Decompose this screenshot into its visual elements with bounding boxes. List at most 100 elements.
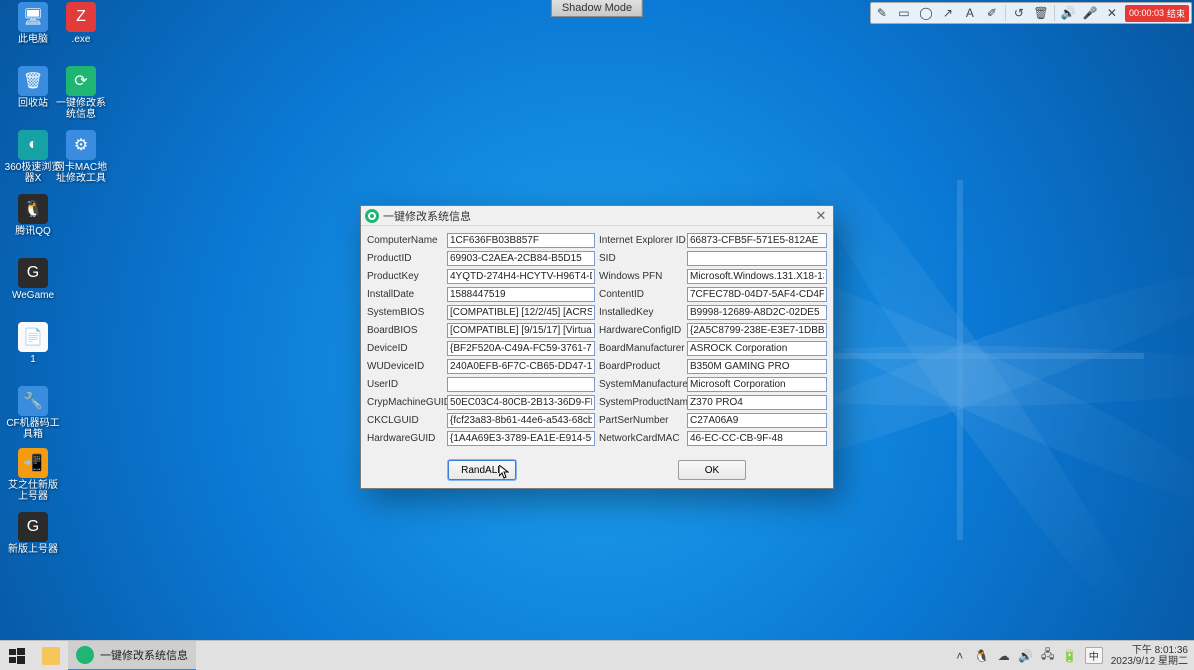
partsernumber-input[interactable] — [687, 413, 827, 428]
boardbios-input[interactable] — [447, 323, 595, 338]
computername-input[interactable] — [447, 233, 595, 248]
desktop-icon[interactable]: 📄1 — [4, 322, 62, 365]
systembios-input[interactable] — [447, 305, 595, 320]
ckclguid-input[interactable] — [447, 413, 595, 428]
window-body: ComputerNameProductIDProductKeyInstallDa… — [361, 226, 833, 456]
ok-button[interactable]: OK — [678, 460, 746, 480]
field-label: InstalledKey — [599, 307, 687, 318]
field-label: ProductID — [367, 253, 447, 264]
recorder-timer[interactable]: 00:00:03 结束 — [1125, 5, 1189, 22]
field-row: SID — [599, 250, 827, 266]
field-row: ProductKey — [367, 268, 595, 284]
desktop-icon[interactable]: 🔧CF机器码工具箱 — [4, 386, 62, 440]
system-info-window: 一键修改系统信息 ✕ ComputerName ProductID ProductK… — [360, 205, 834, 489]
deviceid-input[interactable] — [447, 341, 595, 356]
task-system-info-app[interactable]: 一键修改系统信息 — [68, 641, 196, 670]
desktop-icon[interactable]: GWeGame — [4, 258, 62, 301]
field-row: HardwareConfigID — [599, 322, 827, 338]
desktop-icon-label: 腾讯QQ — [4, 226, 62, 237]
field-label: BoardBIOS — [367, 325, 447, 336]
close-icon[interactable]: ✕ — [1103, 4, 1121, 22]
CF机器码工具箱-icon: 🔧 — [18, 386, 48, 416]
1-icon: 📄 — [18, 322, 48, 352]
mic-icon[interactable]: 🎤 — [1081, 4, 1099, 22]
desktop-icon-label: 艾之仕新版上号器 — [4, 480, 62, 502]
trash-icon[interactable]: 🗑 — [1032, 4, 1050, 22]
circle-icon[interactable]: ◯ — [917, 4, 935, 22]
field-row: ComputerName — [367, 232, 595, 248]
field-row: InstalledKey — [599, 304, 827, 320]
boardproduct-input[interactable] — [687, 359, 827, 374]
installdate-input[interactable] — [447, 287, 595, 302]
sid-input[interactable] — [687, 251, 827, 266]
systemmanufacturer-input[interactable] — [687, 377, 827, 392]
field-label: WUDeviceID — [367, 361, 447, 372]
desktop-icon[interactable]: Z.exe — [52, 2, 110, 45]
systemproductname-input[interactable] — [687, 395, 827, 410]
desktop-icon-label: 一键修改系统信息 — [52, 98, 110, 120]
field-row: CKCLGUID — [367, 412, 595, 428]
tray-volume-icon[interactable]: 🔊 — [1019, 649, 1033, 663]
field-row: BoardManufacturer — [599, 340, 827, 356]
field-label: SystemProductName — [599, 397, 687, 408]
contentid-input[interactable] — [687, 287, 827, 302]
field-label: BoardManufacturer — [599, 343, 687, 354]
left-column: ComputerNameProductIDProductKeyInstallDa… — [367, 232, 595, 448]
internet-explorer-id-input[interactable] — [687, 233, 827, 248]
productid-input[interactable] — [447, 251, 595, 266]
tray-qq-icon[interactable]: 🐧 — [975, 649, 989, 663]
rectangle-icon[interactable]: ▭ — [895, 4, 913, 22]
networkcardmac-input[interactable] — [687, 431, 827, 446]
arrow-icon[interactable]: ↗ — [939, 4, 957, 22]
field-label: Internet Explorer ID — [599, 235, 687, 246]
desktop-icon[interactable]: 📲艾之仕新版上号器 — [4, 448, 62, 502]
field-row: BoardBIOS — [367, 322, 595, 338]
taskbar-clock[interactable]: 下午 8:01:36 2023/9/12 星期二 — [1111, 645, 1188, 667]
tray-network-icon[interactable]: 🖧 — [1041, 649, 1055, 663]
start-button[interactable] — [0, 641, 34, 670]
field-row: CrypMachineGUID — [367, 394, 595, 410]
desktop-icons: 🖥此电脑Z.exe🗑回收站⟳一键修改系统信息◐360极速浏览器X⚙网卡MAC地址… — [0, 0, 130, 8]
text-icon[interactable]: A — [961, 4, 979, 22]
window-footer: RandALL OK — [361, 456, 833, 488]
field-row: NetworkCardMAC — [599, 430, 827, 446]
pencil-icon[interactable]: ✎ — [873, 4, 891, 22]
desktop-icon[interactable]: G新版上号器 — [4, 512, 62, 555]
desktop-icon[interactable]: ⚙网卡MAC地址修改工具 — [52, 130, 110, 184]
field-row: SystemManufacturer — [599, 376, 827, 392]
field-label: Windows PFN — [599, 271, 687, 282]
task-label: 一键修改系统信息 — [100, 647, 188, 663]
app-icon — [365, 209, 379, 223]
hardwareguid-input[interactable] — [447, 431, 595, 446]
boardmanufacturer-input[interactable] — [687, 341, 827, 356]
task-file-explorer[interactable] — [34, 641, 68, 670]
field-label: NetworkCardMAC — [599, 433, 687, 444]
userid-input[interactable] — [447, 377, 595, 392]
undo-icon[interactable]: ↺ — [1010, 4, 1028, 22]
hardwareconfigid-input[interactable] — [687, 323, 827, 338]
tray-battery-icon[interactable]: 🔋 — [1063, 649, 1077, 663]
desktop-icon[interactable]: 🐧腾讯QQ — [4, 194, 62, 237]
crypmachineguid-input[interactable] — [447, 395, 595, 410]
rand-all-button[interactable]: RandALL — [448, 460, 516, 480]
taskbar: 一键修改系统信息 ˄ 🐧 ☁ 🔊 🖧 🔋 中 下午 8:01:36 2023/9… — [0, 640, 1194, 670]
windows-pfn-input[interactable] — [687, 269, 827, 284]
brush-icon[interactable]: ✐ — [983, 4, 1001, 22]
installedkey-input[interactable] — [687, 305, 827, 320]
ime-indicator[interactable]: 中 — [1085, 647, 1103, 664]
sound-icon[interactable]: 🔊 — [1059, 4, 1077, 22]
desktop-icon-label: CF机器码工具箱 — [4, 418, 62, 440]
desktop-icon[interactable]: ⟳一键修改系统信息 — [52, 66, 110, 120]
shadow-mode-badge[interactable]: Shadow Mode — [551, 0, 643, 17]
field-label: UserID — [367, 379, 447, 390]
tray-chevron-icon[interactable]: ˄ — [953, 649, 967, 663]
wudeviceid-input[interactable] — [447, 359, 595, 374]
window-title: 一键修改系统信息 — [383, 208, 813, 224]
titlebar[interactable]: 一键修改系统信息 ✕ — [361, 206, 833, 226]
field-label: ComputerName — [367, 235, 447, 246]
productkey-input[interactable] — [447, 269, 595, 284]
field-label: CrypMachineGUID — [367, 397, 447, 408]
timer-value: 00:00:03 — [1129, 8, 1164, 18]
window-close-button[interactable]: ✕ — [813, 208, 829, 224]
tray-onedrive-icon[interactable]: ☁ — [997, 649, 1011, 663]
